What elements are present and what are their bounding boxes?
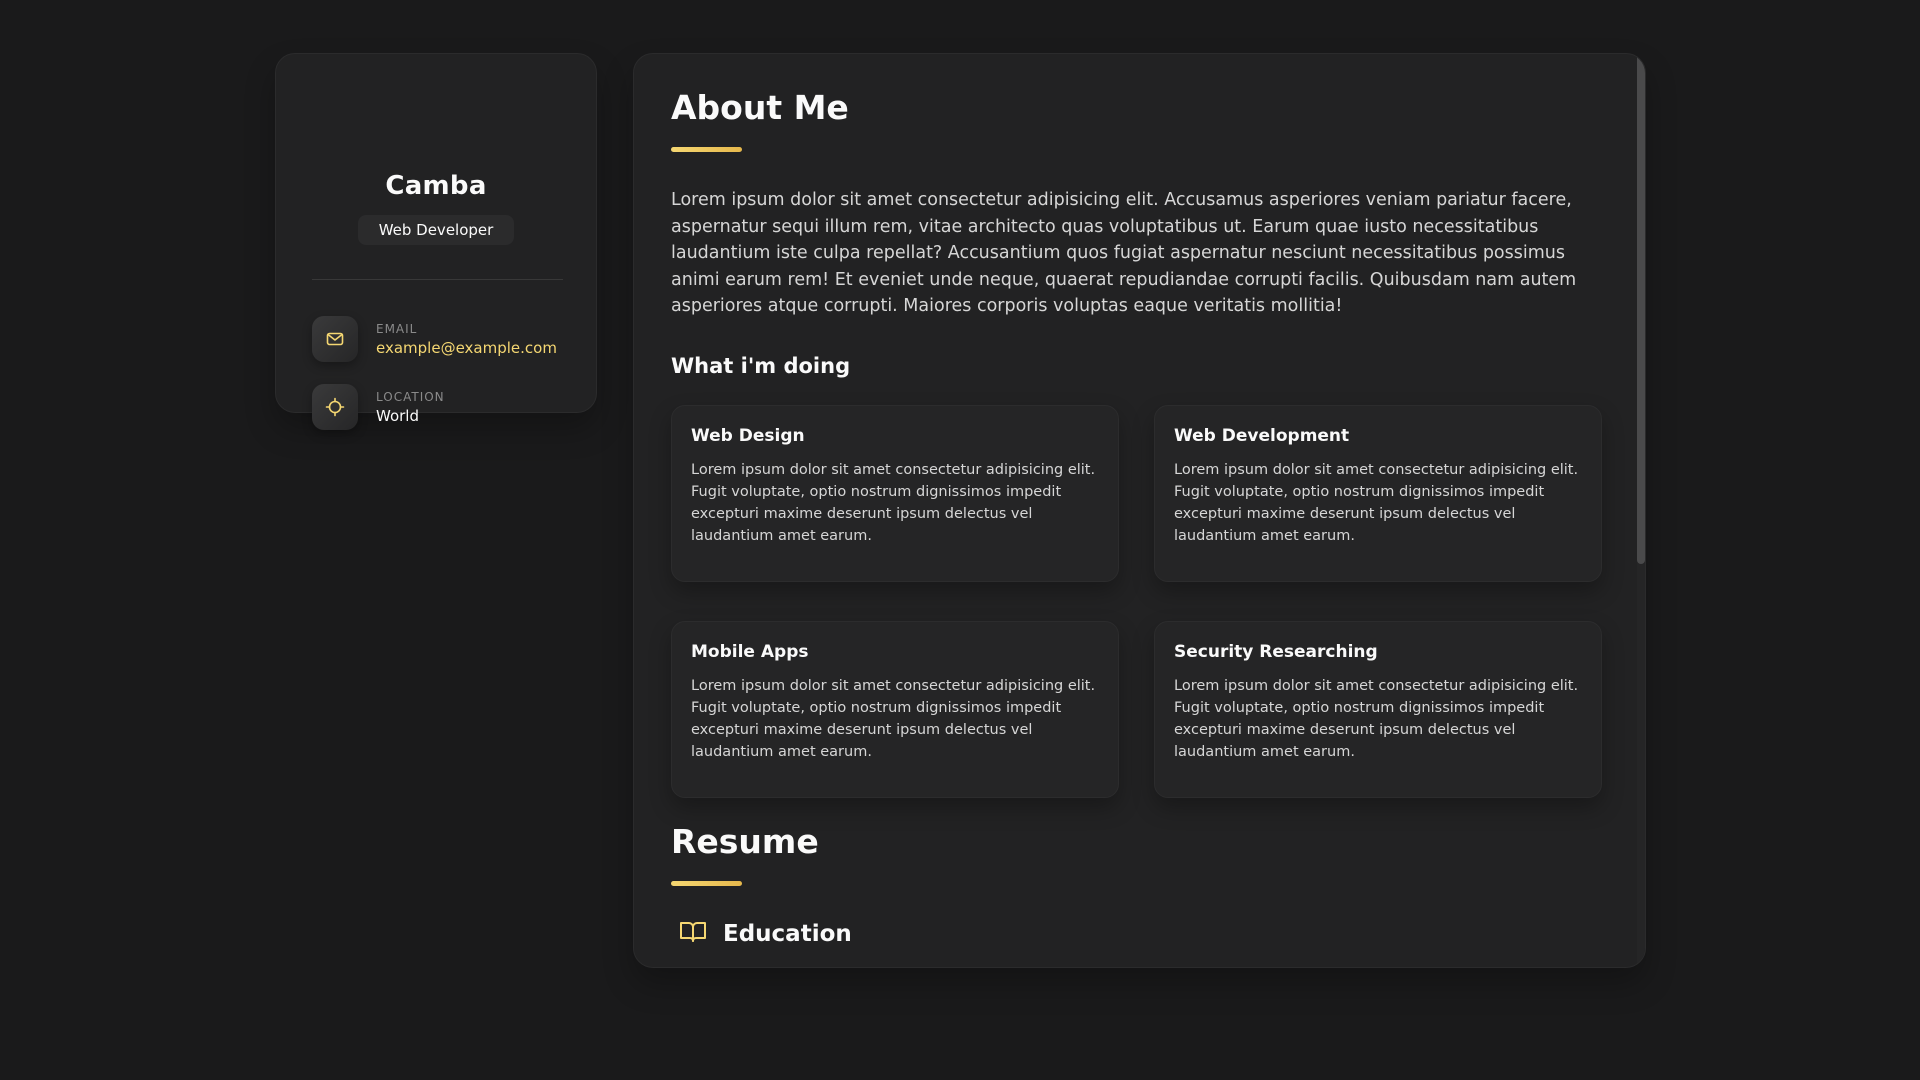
contact-label-location: Location [376,389,445,404]
service-card-web-design: Web Design Lorem ipsum dolor sit amet co… [671,405,1119,582]
education-title: Education [723,921,852,947]
crosshair-icon [312,384,358,430]
sidebar-separator [312,279,563,280]
book-open-icon [679,920,707,948]
resume-heading-underline [671,881,742,886]
about-heading-underline [671,147,742,152]
service-text: Lorem ipsum dolor sit amet consectetur a… [691,462,1096,544]
email-link[interactable]: example@example.com [376,339,557,357]
location-value: World [376,406,419,425]
contact-label-email: Email [376,321,418,336]
service-title: Mobile Apps [691,642,809,662]
service-text: Lorem ipsum dolor sit amet consectetur a… [1174,462,1579,544]
service-card-mobile-apps: Mobile Apps Lorem ipsum dolor sit amet c… [671,621,1119,798]
service-text: Lorem ipsum dolor sit amet consectetur a… [1174,678,1579,760]
service-title: Web Design [691,426,805,446]
service-card-security-researching: Security Researching Lorem ipsum dolor s… [1154,621,1602,798]
resume-heading: Resume [671,822,819,861]
contact-item-email: Email example@example.com [312,316,557,362]
profile-title-badge: Web Developer [358,215,514,245]
services-heading: What i'm doing [671,354,851,378]
main-article: About Me Lorem ipsum dolor sit amet cons… [633,53,1646,968]
service-text: Lorem ipsum dolor sit amet consectetur a… [691,678,1096,760]
main-scrollbar-thumb[interactable] [1637,54,1645,564]
service-title: Web Development [1174,426,1350,446]
service-title: Security Researching [1174,642,1378,662]
about-heading: About Me [671,88,849,127]
profile-name: Camba [385,171,487,201]
service-card-web-development: Web Development Lorem ipsum dolor sit am… [1154,405,1602,582]
about-text: Lorem ipsum dolor sit amet consectetur a… [671,190,1577,316]
education-section-title: Education [679,920,852,948]
mail-icon [312,316,358,362]
profile-sidebar: Camba Web Developer Email example@exampl… [275,53,597,430]
main-scrollbar-track[interactable] [1637,54,1645,967]
contact-item-location: Location World [312,384,445,430]
